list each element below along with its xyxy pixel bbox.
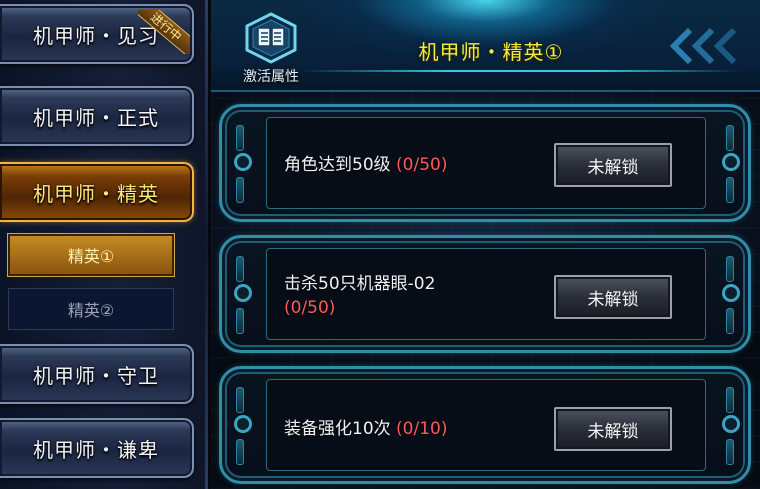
task-panel: 激活属性 机甲师・精英① 角色达到50级 (0/50) 未解锁 击杀50只机器眼…	[211, 0, 760, 489]
rank-tab-label: 机甲师・精英	[33, 181, 159, 206]
card-rail	[726, 177, 734, 203]
sub-tab-label: 精英①	[67, 247, 115, 266]
task-description: 装备强化10次 (0/10)	[284, 417, 448, 441]
task-progress: (0/50)	[284, 298, 336, 318]
locked-button[interactable]: 未解锁	[554, 275, 672, 319]
task-progress: (0/50)	[396, 155, 448, 175]
card-node	[722, 415, 740, 433]
rank-tab-label: 机甲师・谦卑	[33, 437, 159, 462]
activate-attributes-button[interactable]: 激活属性	[231, 12, 311, 88]
rank-tab-humble[interactable]: 机甲师・谦卑	[0, 418, 194, 478]
card-node	[722, 153, 740, 171]
task-card: 角色达到50级 (0/50) 未解锁	[219, 104, 751, 222]
card-node	[722, 284, 740, 302]
card-rail	[236, 256, 244, 282]
rank-tab-label: 机甲师・守卫	[33, 363, 159, 388]
card-rail	[236, 387, 244, 413]
rank-tab-guardian[interactable]: 机甲师・守卫	[0, 344, 194, 404]
sub-tab-elite-1[interactable]: 精英①	[7, 233, 175, 277]
card-rail	[236, 177, 244, 203]
card-node	[234, 153, 252, 171]
card-rail	[726, 439, 734, 465]
rank-sidebar: 机甲师・见习 进行中 机甲师・正式 机甲师・精英 精英① 精英② 机甲师・守卫 …	[0, 0, 208, 489]
card-node	[234, 415, 252, 433]
page-title: 机甲师・精英①	[418, 40, 564, 64]
rank-tab-apprentice[interactable]: 机甲师・见习 进行中	[0, 4, 194, 64]
rank-tab-label: 机甲师・正式	[33, 105, 159, 130]
panel-header: 激活属性 机甲师・精英①	[211, 0, 760, 92]
task-description: 角色达到50级 (0/50)	[284, 153, 448, 177]
locked-button-label: 未解锁	[587, 289, 639, 310]
task-text: 装备强化10次	[284, 419, 391, 439]
sub-tab-elite-2[interactable]: 精英②	[8, 288, 174, 330]
card-node	[234, 284, 252, 302]
card-rail	[726, 256, 734, 282]
locked-button[interactable]: 未解锁	[554, 407, 672, 451]
card-rail	[726, 387, 734, 413]
card-rail	[236, 308, 244, 334]
rank-tab-label: 机甲师・见习	[33, 23, 159, 48]
task-description: 击杀50只机器眼-02 (0/50)	[284, 272, 435, 320]
locked-button[interactable]: 未解锁	[554, 143, 672, 187]
locked-button-label: 未解锁	[587, 421, 639, 442]
book-icon	[243, 12, 299, 64]
activate-attributes-label: 激活属性	[243, 69, 299, 85]
task-text: 角色达到50级	[284, 155, 391, 175]
task-card: 装备强化10次 (0/10) 未解锁	[219, 366, 751, 484]
task-card: 击杀50只机器眼-02 (0/50) 未解锁	[219, 235, 751, 353]
task-progress: (0/10)	[396, 419, 448, 439]
rank-tab-elite[interactable]: 机甲师・精英	[0, 162, 194, 222]
locked-button-label: 未解锁	[587, 157, 639, 178]
chevrons-decoration	[669, 27, 737, 65]
card-rail	[726, 125, 734, 151]
card-rail	[726, 308, 734, 334]
card-rail	[236, 439, 244, 465]
header-divider	[301, 70, 741, 72]
sub-tab-label: 精英②	[67, 301, 115, 320]
rank-tab-official[interactable]: 机甲师・正式	[0, 86, 194, 146]
task-text: 击杀50只机器眼-02	[284, 274, 436, 294]
card-rail	[236, 125, 244, 151]
